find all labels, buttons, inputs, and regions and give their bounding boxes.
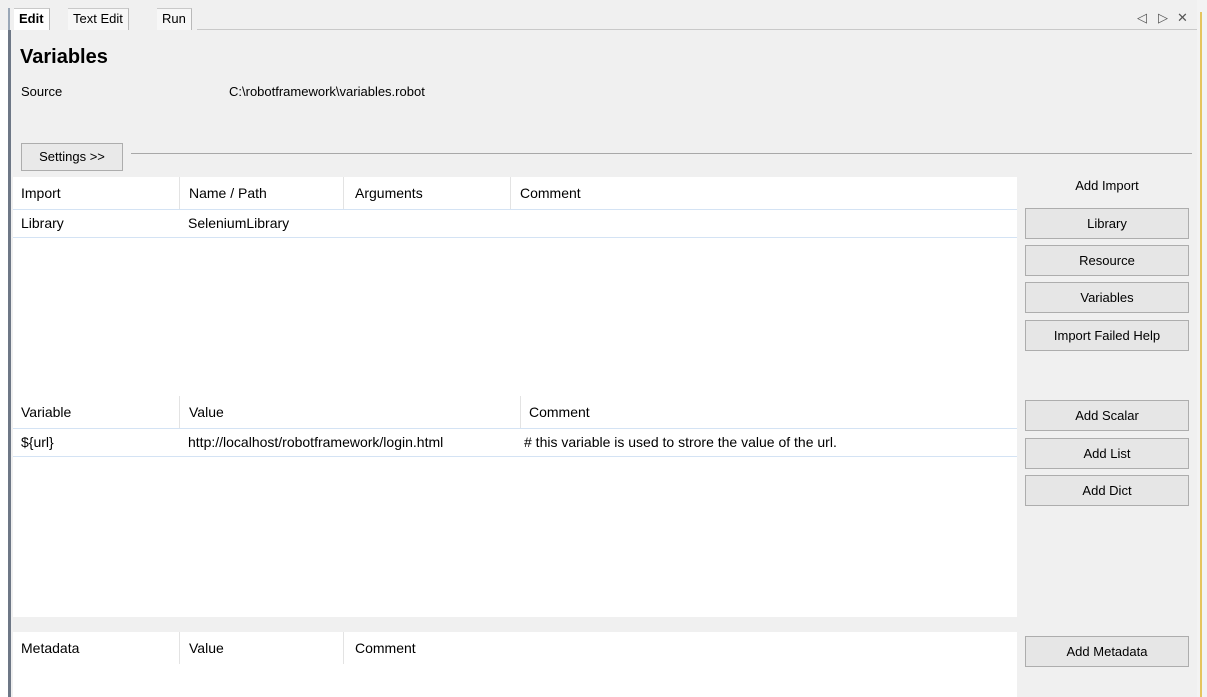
- source-path: C:\robotframework\variables.robot: [229, 84, 425, 99]
- variable-name-cell[interactable]: ${url}: [21, 429, 54, 455]
- column-header: Value: [179, 632, 343, 664]
- variable-comment-cell[interactable]: # this variable is used to strore the va…: [524, 429, 837, 455]
- tab-bar: Edit Text Edit Run ◁ ▷ ✕: [0, 0, 1207, 30]
- source-label: Source: [21, 84, 63, 99]
- add-import-label: Add Import: [1075, 178, 1139, 193]
- column-header: Name / Path: [179, 177, 343, 209]
- imports-header: Import Name / Path Arguments Comment: [13, 177, 1017, 209]
- close-icon[interactable]: ✕: [1177, 9, 1188, 27]
- variable-value-cell[interactable]: http://localhost/robotframework/login.ht…: [188, 429, 443, 455]
- tab-bar-edge: [8, 8, 10, 30]
- column-header: Comment: [510, 177, 1017, 209]
- tab-edit[interactable]: Edit: [14, 8, 50, 30]
- tab-run[interactable]: Run: [157, 8, 192, 30]
- variables-table[interactable]: Variable Value Comment ${url} http://loc…: [13, 396, 1017, 617]
- import-name-cell[interactable]: SeleniumLibrary: [188, 210, 289, 236]
- add-metadata-button[interactable]: Add Metadata: [1025, 636, 1189, 667]
- window-right-edge: [1197, 0, 1207, 697]
- add-list-button[interactable]: Add List: [1025, 438, 1189, 469]
- metadata-header: Metadata Value Comment: [13, 632, 1017, 664]
- import-failed-help-button[interactable]: Import Failed Help: [1025, 320, 1189, 351]
- imports-table[interactable]: Import Name / Path Arguments Comment Lib…: [13, 177, 1017, 396]
- column-header: Comment: [520, 396, 1017, 428]
- column-header: Arguments: [343, 177, 510, 209]
- add-library-button[interactable]: Library: [1025, 208, 1189, 239]
- tab-prev-icon[interactable]: ◁: [1137, 9, 1147, 27]
- column-header: Metadata: [21, 640, 80, 656]
- column-header: Comment: [343, 632, 1017, 664]
- metadata-table[interactable]: Metadata Value Comment: [13, 632, 1017, 697]
- add-scalar-button[interactable]: Add Scalar: [1025, 400, 1189, 431]
- column-header: Variable: [21, 404, 72, 420]
- settings-toggle-button[interactable]: Settings >>: [21, 143, 123, 171]
- table-row[interactable]: Library SeleniumLibrary: [13, 209, 1017, 238]
- add-dict-button[interactable]: Add Dict: [1025, 475, 1189, 506]
- tab-text-edit[interactable]: Text Edit: [68, 8, 129, 30]
- column-header: Import: [21, 185, 61, 201]
- import-type-cell[interactable]: Library: [21, 210, 64, 236]
- settings-divider: [131, 153, 1192, 154]
- page-title: Variables: [20, 46, 108, 68]
- table-row[interactable]: ${url} http://localhost/robotframework/l…: [13, 428, 1017, 457]
- column-header: Value: [179, 396, 520, 428]
- add-variables-import-button[interactable]: Variables: [1025, 282, 1189, 313]
- add-resource-button[interactable]: Resource: [1025, 245, 1189, 276]
- variables-header: Variable Value Comment: [13, 396, 1017, 428]
- tab-next-icon[interactable]: ▷: [1158, 9, 1168, 27]
